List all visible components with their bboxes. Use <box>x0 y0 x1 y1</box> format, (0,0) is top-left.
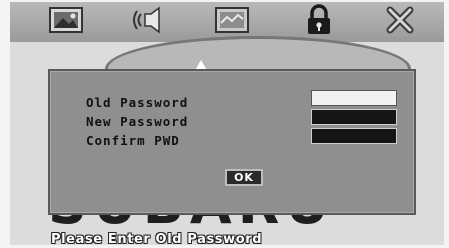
screen: SUBARU Old Password New Password Confirm… <box>10 2 444 245</box>
ok-button[interactable]: OK <box>225 169 263 186</box>
old-password-field[interactable] <box>311 90 397 106</box>
old-password-label: Old Password <box>86 95 189 110</box>
speaker-icon[interactable] <box>130 5 170 35</box>
close-icon[interactable] <box>383 5 417 35</box>
new-password-field[interactable] <box>311 109 397 125</box>
lock-icon[interactable] <box>302 3 336 37</box>
status-message: Please Enter Old Password <box>51 232 263 245</box>
confirm-password-label: Confirm PWD <box>86 133 180 148</box>
display-icon[interactable] <box>213 5 251 35</box>
confirm-password-field[interactable] <box>311 128 397 144</box>
password-dialog: Old Password New Password Confirm PWD OK <box>48 69 416 215</box>
picture-icon[interactable] <box>47 5 85 35</box>
new-password-label: New Password <box>86 114 189 129</box>
